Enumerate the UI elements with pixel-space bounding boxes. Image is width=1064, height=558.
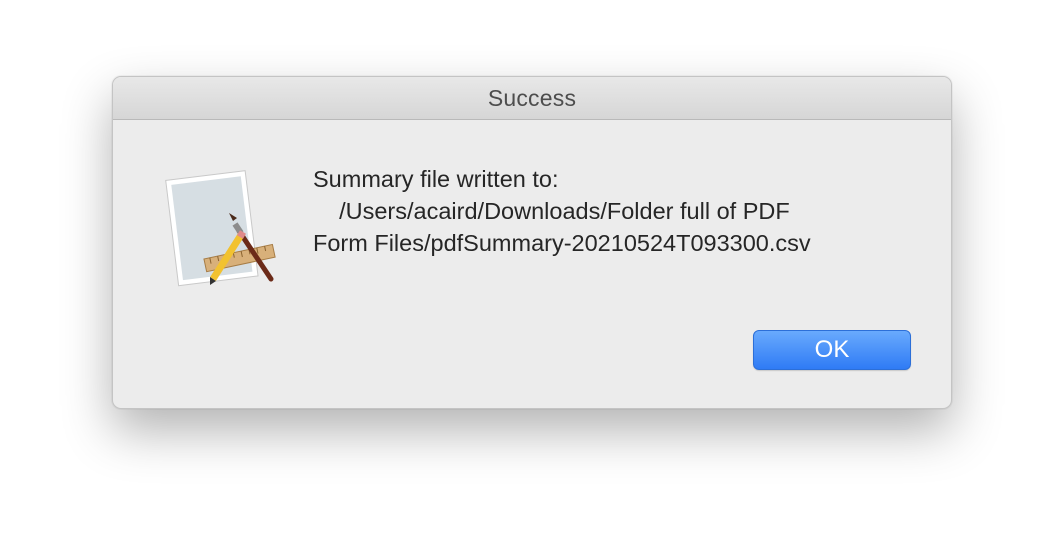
message-line: /Users/acaird/Downloads/Folder full of P… xyxy=(313,198,790,224)
dialog-title: Success xyxy=(487,84,577,111)
message-line: Summary file written to: xyxy=(313,166,559,192)
ok-button[interactable]: OK xyxy=(753,330,911,370)
dialog-message: Summary file written to: /Users/acaird/D… xyxy=(313,163,913,259)
script-editor-app-icon xyxy=(163,161,283,291)
dialog-titlebar[interactable]: Success xyxy=(113,77,951,120)
message-line: Form Files/pdfSummary-20210524T093300.cs… xyxy=(313,230,811,256)
screen: Success Summary file written to: /Users/… xyxy=(0,0,1064,558)
alert-dialog: Success Summary file written to: /Users/… xyxy=(112,76,952,409)
